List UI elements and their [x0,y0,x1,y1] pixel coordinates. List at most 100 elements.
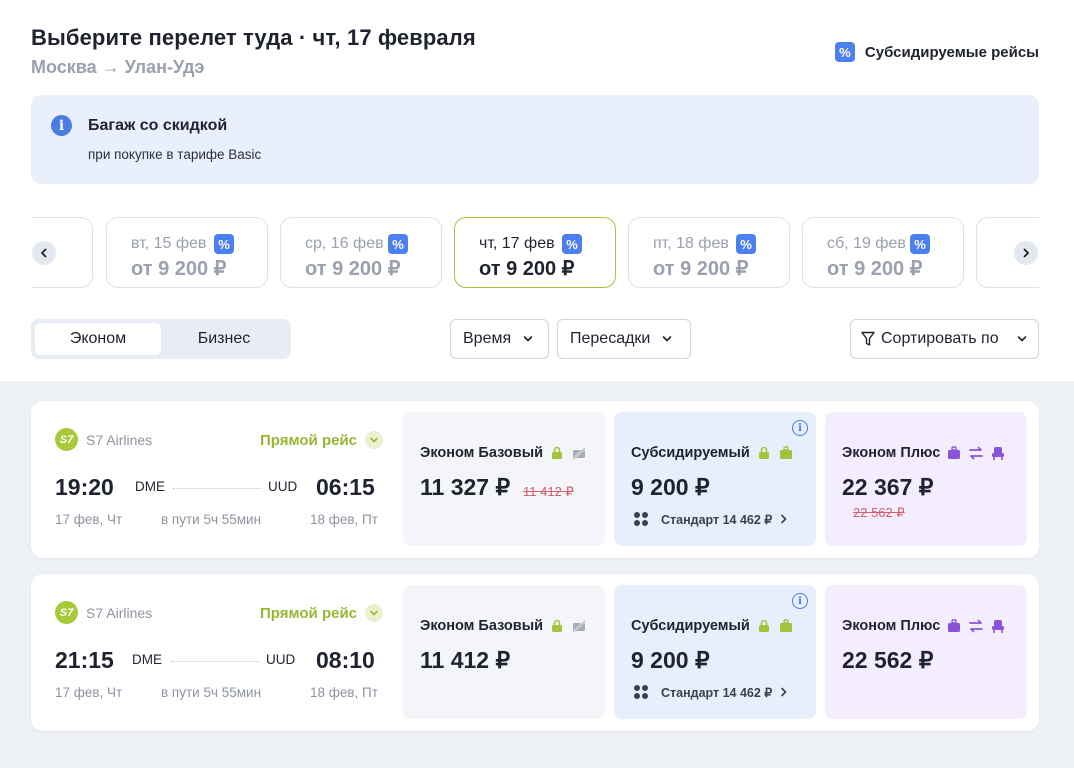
exchange-icon [969,446,984,460]
seatmap-icon [634,512,648,526]
page-title: Выберите перелет туда · чт, 17 февраля [31,25,476,50]
tab-business[interactable]: Бизнес [161,323,287,355]
airline-name: S7 Airlines [86,604,153,621]
chevron-down-icon [523,336,533,342]
fare-name: Субсидируемый [631,445,750,461]
date-price: от 9 200 ₽ [827,258,923,280]
fare-old-price: 22 562 ₽ [853,505,905,520]
airline-name: S7 Airlines [86,431,153,448]
date-card-selected[interactable]: чт, 17 фев % от 9 200 ₽ [454,217,616,288]
date-carousel: вт, 15 фев % от 9 200 ₽ ср, 16 фев % от … [31,212,1039,294]
flight-card[interactable]: S7 S7 Airlines Прямой рейс 21:15 DME UUD… [31,574,1039,731]
fare-name-wrap: Субсидируемый [631,445,794,461]
date-label: сб, 19 фев [827,235,906,252]
seat-icon [992,620,1005,633]
exchange-icon [969,619,984,633]
banner-text: при покупке в тарифе Basic [88,147,262,162]
percent-badge-icon: % [910,234,930,254]
fare-economy-plus[interactable]: Эконом Плюс 22 367 ₽ 22 562 ₽ [825,412,1027,546]
percent-badge-icon: % [736,234,756,254]
fare-name-wrap: Эконом Плюс [842,618,1006,634]
chevron-right-icon [781,514,787,524]
flight-duration: в пути 5ч 55мин [161,685,262,700]
info-icon[interactable]: i [792,593,808,609]
date-card[interactable]: ср, 16 фев % от 9 200 ₽ [280,217,442,288]
fare-subsidized[interactable]: i Субсидируемый 9 200 ₽ Стандарт 14 462 … [614,412,816,546]
fare-economy-basic[interactable]: Эконом Базовый 11 327 ₽ 11 412 ₽ [403,412,605,546]
date-label: вт, 15 фев [131,235,207,252]
standard-fare-link[interactable]: Стандарт 14 462 ₽ [633,511,788,527]
lock-baggage-icon [552,446,562,459]
date-price: от 9 200 ₽ [479,258,575,280]
date-price: от 9 200 ₽ [653,258,749,280]
cabin-class-switch: Эконом Бизнес [31,319,291,359]
departure-date: 17 фев, Чт [55,512,123,527]
lock-baggage-icon [758,446,769,459]
banner-title: Багаж со скидкой [88,117,228,134]
fare-name-wrap: Субсидируемый [631,618,794,634]
standard-fare-label: Стандарт 14 462 ₽ [661,685,773,700]
direct-flight-label: Прямой рейс [260,431,358,449]
flight-duration: в пути 5ч 55мин [161,512,262,527]
date-card[interactable]: вт, 15 фев % от 9 200 ₽ [106,217,268,288]
seat-icon [992,447,1005,460]
baggage-icon [779,619,792,632]
s7-logo-icon: S7 [55,428,78,451]
date-label: пт, 18 фев [653,235,729,252]
standard-fare-label: Стандарт 14 462 ₽ [661,512,773,527]
fare-price: 22 562 ₽ [842,647,934,673]
flight-card[interactable]: S7 S7 Airlines Прямой рейс 19:20 DME UUD… [31,401,1039,558]
departure-airport: DME [132,652,162,667]
airline: S7 S7 Airlines [55,428,152,451]
chevron-down-icon [663,336,672,342]
chevron-left-icon[interactable] [32,241,56,265]
date-price: от 9 200 ₽ [305,258,401,280]
chevron-down-icon [1017,336,1026,342]
tab-economy[interactable]: Эконом [35,323,161,355]
departure-date: 17 фев, Чт [55,685,123,700]
fare-name: Эконом Плюс [842,618,941,634]
baggage-icon [948,619,961,632]
arrival-time: 06:15 [316,474,375,500]
arrival-date: 18 фев, Пт [310,685,378,700]
percent-badge-icon: % [388,234,408,254]
departure-time: 19:20 [55,474,114,500]
date-label: чт, 17 фев [479,235,555,252]
fare-economy-plus[interactable]: Эконом Плюс 22 562 ₽ [825,585,1027,719]
date-card[interactable]: пт, 18 фев % от 9 200 ₽ [628,217,790,288]
subsidized-flights-toggle[interactable]: % Субсидируемые рейсы [834,42,1039,62]
fare-price: 22 367 ₽ [842,474,934,500]
chevron-right-icon[interactable] [1014,241,1038,265]
time-filter-dropdown[interactable]: Время [450,319,549,359]
direct-flight-label: Прямой рейс [260,604,358,622]
s7-logo-icon: S7 [55,601,78,624]
fare-old-price: 11 412 ₽ [523,484,574,499]
sort-dropdown[interactable]: Сортировать по [850,319,1039,359]
date-card[interactable]: сб, 19 фев % от 9 200 ₽ [802,217,964,288]
fare-name: Эконом Базовый [420,445,543,461]
flight-list: S7 S7 Airlines Прямой рейс 19:20 DME UUD… [0,381,1074,768]
fare-name-wrap: Эконом Базовый [420,445,587,461]
info-icon[interactable]: i [792,420,808,436]
arrival-time: 08:10 [316,647,375,673]
time-filter-label: Время [463,330,512,347]
transfers-filter-label: Пересадки [570,330,651,347]
direct-flight-toggle[interactable]: Прямой рейс [260,431,384,449]
date-label: ср, 16 фев [305,235,384,252]
fare-economy-basic[interactable]: Эконом Базовый 11 412 ₽ [403,585,605,719]
date-price: от 9 200 ₽ [131,258,227,280]
fare-name: Эконом Плюс [842,445,941,461]
subsidized-label: Субсидируемые рейсы [864,43,1039,61]
arrival-airport: UUD [266,652,296,667]
standard-fare-link[interactable]: Стандарт 14 462 ₽ [633,684,788,700]
departure-time: 21:15 [55,647,114,673]
fare-subsidized[interactable]: i Субсидируемый 9 200 ₽ Стандарт 14 462 … [614,585,816,719]
chevron-down-icon [365,604,384,622]
baggage-icon [948,446,961,459]
fare-price: 9 200 ₽ [631,474,710,500]
departure-airport: DME [135,479,165,494]
transfers-filter-dropdown[interactable]: Пересадки [557,319,691,359]
chevron-right-icon [781,687,787,697]
search-header: Выберите перелет туда · чт, 17 февраля М… [0,0,1074,381]
direct-flight-toggle[interactable]: Прямой рейс [260,604,384,622]
